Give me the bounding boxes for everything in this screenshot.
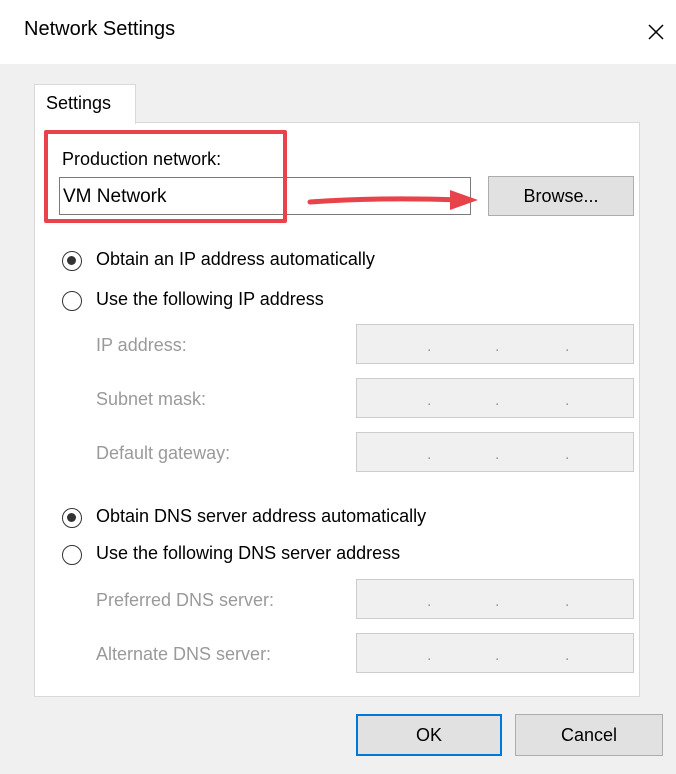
alternate-dns-label: Alternate DNS server: [96,644,272,664]
ip-separator: . [565,446,570,463]
obtain-ip-auto-label: Obtain an IP address automatically [96,249,375,269]
tab-settings[interactable]: Settings [34,84,136,124]
alternate-dns-field[interactable]: . . . [356,633,634,673]
use-following-ip-radio[interactable] [62,291,82,311]
ip-separator: . [495,338,500,355]
annotation-highlight-box [44,130,287,223]
default-gateway-label: Default gateway: [96,443,231,463]
ip-separator: . [565,338,570,355]
title-bar: Network Settings [0,0,676,64]
subnet-mask-field[interactable]: . . . [356,378,634,418]
ip-separator: . [565,593,570,610]
use-following-dns-label: Use the following DNS server address [96,543,401,563]
ok-button[interactable]: OK [356,714,502,756]
use-following-dns-radio[interactable] [62,545,82,565]
annotation-arrow-icon [307,190,478,210]
obtain-ip-auto-radio[interactable] [62,251,82,271]
obtain-dns-auto-radio[interactable] [62,508,82,528]
ip-separator: . [427,338,432,355]
preferred-dns-field[interactable]: . . . [356,579,634,619]
ip-separator: . [565,647,570,664]
close-icon [648,24,664,40]
use-following-ip-label: Use the following IP address [96,289,324,309]
ip-separator: . [427,446,432,463]
ip-separator: . [495,392,500,409]
ip-address-field[interactable]: . . . [356,324,634,364]
ip-separator: . [565,392,570,409]
ip-address-label: IP address: [96,335,187,355]
preferred-dns-label: Preferred DNS server: [96,590,275,610]
close-button[interactable] [636,0,676,64]
ip-separator: . [495,593,500,610]
ip-separator: . [427,392,432,409]
window-title: Network Settings [24,18,176,40]
network-settings-dialog: Network Settings Settings Production net… [0,0,676,774]
obtain-dns-auto-label: Obtain DNS server address automatically [96,506,427,526]
browse-button[interactable]: Browse... [488,176,634,216]
ip-separator: . [495,647,500,664]
ip-separator: . [427,593,432,610]
default-gateway-field[interactable]: . . . [356,432,634,472]
ip-separator: . [495,446,500,463]
tab-settings-label: Settings [46,93,112,113]
ip-separator: . [427,647,432,664]
cancel-button[interactable]: Cancel [515,714,663,756]
subnet-mask-label: Subnet mask: [96,389,207,409]
